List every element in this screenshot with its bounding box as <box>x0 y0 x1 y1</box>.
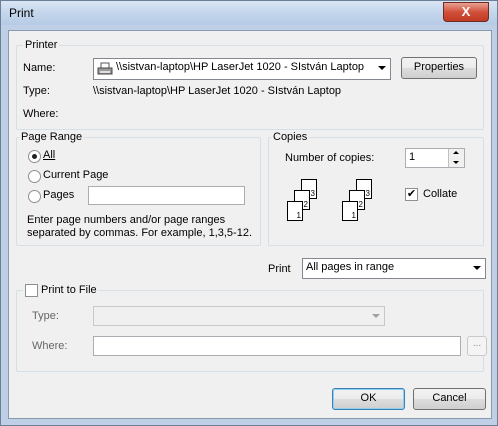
printer-type-label: Type: <box>23 85 50 97</box>
browse-button-label: ... <box>472 338 482 349</box>
chevron-down-icon[interactable] <box>374 60 389 78</box>
number-of-copies-label: Number of copies: <box>285 152 375 164</box>
checkmark-icon: ✔ <box>406 188 417 200</box>
printer-name-value: \\sistvan-laptop\HP LaserJet 1020 - SIst… <box>116 61 365 73</box>
radio-all[interactable] <box>28 150 41 163</box>
spin-down-icon <box>453 161 459 164</box>
collate-checkbox[interactable]: ✔ <box>405 188 418 201</box>
print-to-file-label[interactable]: Print to File <box>41 284 97 296</box>
print-to-file-legend: Print to File <box>23 284 99 297</box>
radio-pages-label[interactable]: Pages <box>43 189 74 201</box>
window-title: Print <box>9 6 34 20</box>
page-range-legend: Page Range <box>19 131 85 143</box>
printer-group: Printer Name: \\sistvan-laptop\HP LaserJ… <box>16 39 484 130</box>
print-select[interactable]: All pages in range <box>302 258 486 279</box>
printer-name-select[interactable]: \\sistvan-laptop\HP LaserJet 1020 - SIst… <box>93 58 391 80</box>
copies-group: Copies Number of copies: 1 3 2 1 3 2 1 ✔… <box>268 131 484 246</box>
copies-legend: Copies <box>271 131 310 143</box>
pages-input[interactable] <box>88 186 245 205</box>
ok-button-label: OK <box>360 392 377 404</box>
browse-button[interactable]: ... <box>467 336 487 356</box>
collate-illustration: 3 2 1 3 2 1 <box>285 176 405 236</box>
print-dialog: Print X Printer Name: \\sistvan-laptop\H… <box>0 0 498 426</box>
spin-up-icon <box>453 151 459 154</box>
close-icon: X <box>461 4 471 19</box>
printer-name-label: Name: <box>23 62 56 74</box>
ok-button[interactable]: OK <box>332 388 405 410</box>
cancel-button[interactable]: Cancel <box>413 388 486 410</box>
copies-value: 1 <box>409 151 416 163</box>
file-type-select[interactable] <box>93 306 385 326</box>
print-select-label: Print <box>268 263 291 275</box>
properties-button-label: Properties <box>413 61 465 73</box>
print-to-file-checkbox[interactable] <box>25 284 38 297</box>
chevron-down-icon[interactable] <box>368 308 383 324</box>
title-bar: Print X <box>1 1 497 25</box>
copies-spinner[interactable]: 1 <box>405 148 465 168</box>
radio-pages[interactable] <box>28 190 41 203</box>
spin-down-button[interactable] <box>448 158 464 167</box>
spin-up-button[interactable] <box>448 149 464 158</box>
radio-current-page[interactable] <box>28 170 41 183</box>
cancel-button-label: Cancel <box>432 392 467 404</box>
radio-all-label[interactable]: All <box>43 149 55 161</box>
radio-current-page-label[interactable]: Current Page <box>43 169 108 181</box>
page-icon: 1 <box>287 201 303 221</box>
printer-group-legend: Printer <box>23 39 60 51</box>
page-icon: 1 <box>342 201 358 221</box>
file-where-input[interactable] <box>93 336 461 356</box>
printer-where-label: Where: <box>23 108 59 120</box>
page-range-help-line2: separated by commas. For example, 1,3,5-… <box>27 227 252 239</box>
printer-type-value: \\sistvan-laptop\HP LaserJet 1020 - SIst… <box>93 85 342 97</box>
file-where-label: Where: <box>32 340 68 352</box>
print-select-value: All pages in range <box>306 261 395 273</box>
print-to-file-group: Print to File Type: Where: ... <box>16 284 487 372</box>
chevron-down-icon[interactable] <box>469 260 484 277</box>
printer-icon <box>97 62 113 75</box>
close-button[interactable]: X <box>443 2 489 22</box>
properties-button[interactable]: Properties <box>401 57 477 79</box>
page-range-group: Page Range All Current Page Pages Enter … <box>16 131 261 246</box>
dialog-body: Printer Name: \\sistvan-laptop\HP LaserJ… <box>8 30 492 419</box>
page-range-help-line1: Enter page numbers and/or page ranges <box>27 214 226 226</box>
collate-label[interactable]: Collate <box>423 188 457 200</box>
file-type-label: Type: <box>32 310 59 322</box>
